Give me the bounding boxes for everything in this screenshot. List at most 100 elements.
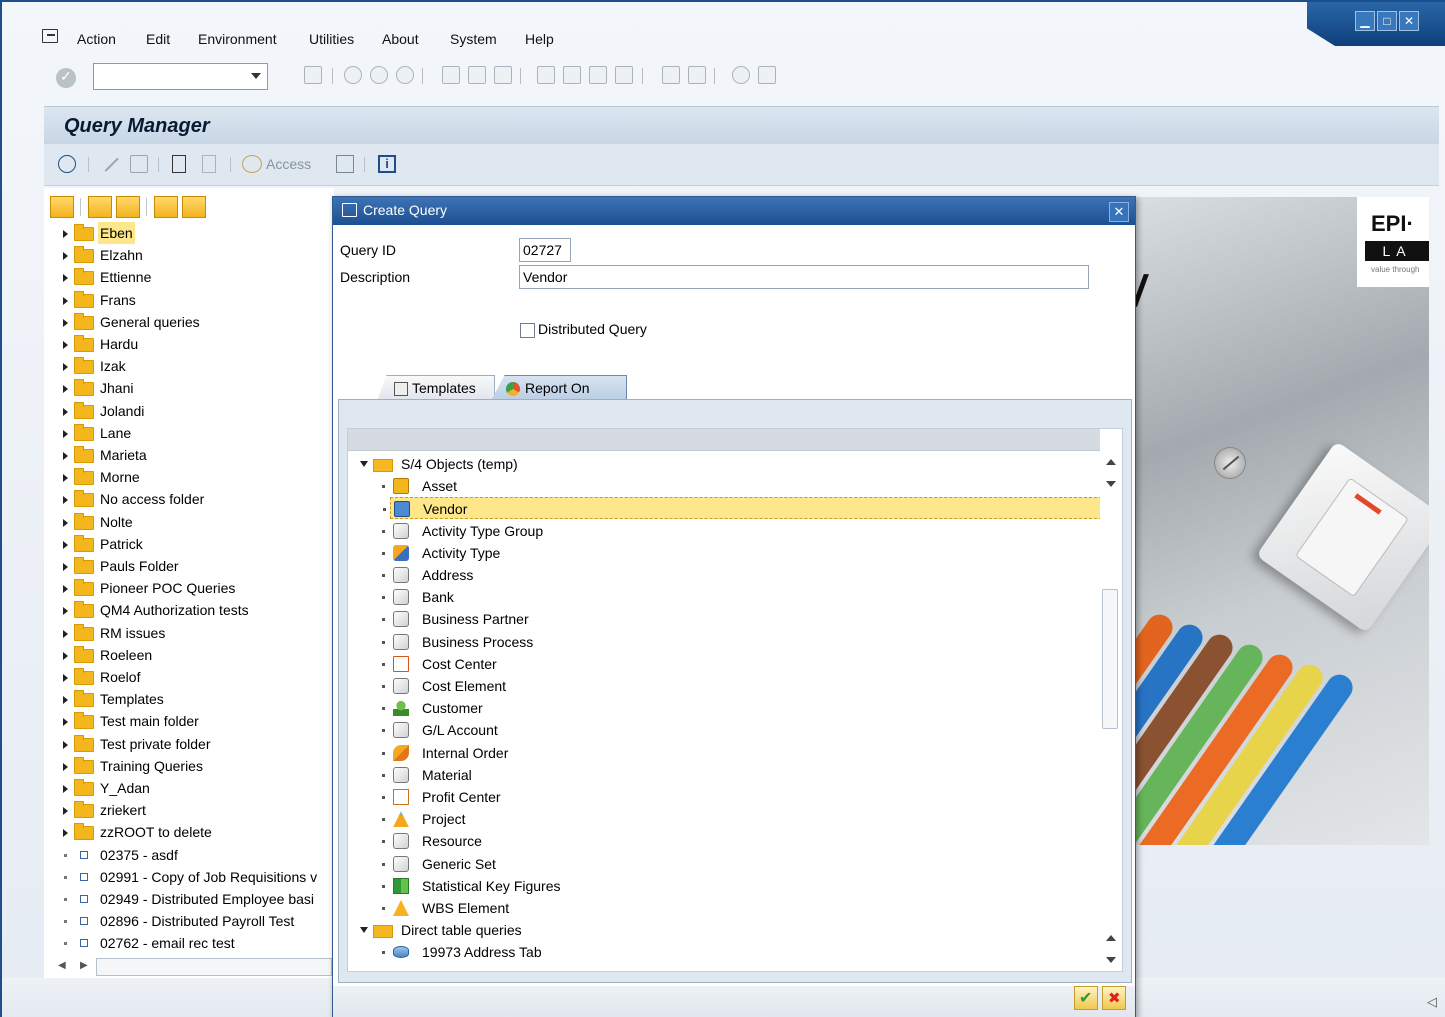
tree-query[interactable]: 02375 - asdf (44, 844, 344, 866)
tree-folder[interactable]: Lane (44, 422, 344, 444)
expand-arrow-icon[interactable] (63, 318, 68, 327)
collapse-all-icon[interactable] (182, 196, 206, 218)
tree-object[interactable]: Bank (348, 586, 1100, 608)
scroll-right-icon[interactable]: ▶ (80, 960, 88, 971)
tab-templates[interactable]: Templates (377, 375, 495, 401)
refresh-icon[interactable] (58, 155, 76, 173)
expand-arrow-icon[interactable] (63, 563, 68, 571)
maximize-icon[interactable]: □ (1377, 11, 1397, 31)
menu-icon[interactable] (42, 29, 58, 43)
find-icon[interactable] (468, 66, 486, 84)
tree-folder[interactable]: Izak (44, 355, 344, 377)
tree-folder[interactable]: General queries (44, 311, 344, 333)
cancel-button[interactable] (1102, 986, 1126, 1010)
tree-object[interactable]: Project (348, 808, 1100, 830)
scrollbar-track[interactable] (96, 958, 332, 976)
scroll-up-icon[interactable] (1106, 935, 1116, 941)
menu-about[interactable]: About (382, 31, 419, 47)
tree-object[interactable]: Material (348, 764, 1100, 786)
access-button[interactable]: Access (266, 156, 311, 172)
scrollbar-thumb[interactable] (1102, 589, 1118, 729)
expand-arrow-icon[interactable] (63, 674, 68, 682)
expand-arrow-icon[interactable] (63, 629, 68, 638)
chevron-down-icon[interactable] (251, 73, 261, 79)
tree-object[interactable]: 19973 Address Tab (348, 941, 1100, 963)
tree-object[interactable]: Business Process (348, 631, 1100, 653)
expand-arrow-icon[interactable] (63, 429, 68, 438)
expand-arrow-icon[interactable] (63, 230, 68, 238)
tree-folder[interactable]: Y_Adan (44, 777, 344, 799)
tree-folder-s4-objects[interactable]: S/4 Objects (temp) (348, 453, 1100, 475)
menu-utilities[interactable]: Utilities (309, 31, 354, 47)
tree-folder[interactable]: RM issues (44, 622, 344, 644)
distributed-query-checkbox[interactable] (520, 323, 535, 338)
tree-folder[interactable]: Roelof (44, 666, 344, 688)
delete-icon[interactable] (130, 155, 148, 173)
expand-arrow-icon[interactable] (63, 607, 68, 616)
horizontal-scrollbar[interactable]: ◀ ▶ (44, 956, 334, 978)
scroll-up-icon[interactable] (1106, 459, 1116, 465)
tree-folder[interactable]: Jolandi (44, 400, 344, 422)
find-icon[interactable] (88, 196, 112, 218)
tree-object[interactable]: Resource (348, 830, 1100, 852)
command-field[interactable] (93, 63, 268, 90)
continue-button[interactable] (1074, 986, 1098, 1010)
tree-folder[interactable]: Ettienne (44, 266, 344, 288)
tree-folder[interactable]: Templates (44, 688, 344, 710)
tree-object[interactable]: Cost Element (348, 675, 1100, 697)
collapse-arrow-icon[interactable] (360, 927, 368, 934)
menu-environment[interactable]: Environment (198, 31, 277, 47)
expand-arrow-icon[interactable] (63, 274, 68, 283)
back-icon[interactable] (344, 66, 362, 84)
tree-folder[interactable]: Frans (44, 289, 344, 311)
menu-system[interactable]: System (450, 31, 497, 47)
expand-arrow-icon[interactable] (63, 807, 68, 816)
tree-folder[interactable]: Eben (44, 222, 344, 244)
tree-folder[interactable]: Patrick (44, 533, 344, 555)
tree-object[interactable]: Generic Set (348, 853, 1100, 875)
tree-query[interactable]: 02762 - email rec test (44, 932, 344, 954)
help-icon[interactable] (732, 66, 750, 84)
expand-all-icon[interactable] (154, 196, 178, 218)
tree-folder[interactable]: Training Queries (44, 755, 344, 777)
tree-object[interactable]: WBS Element (348, 897, 1100, 919)
enter-icon[interactable] (56, 68, 76, 88)
tree-object[interactable]: Cost Center (348, 653, 1100, 675)
find-next-icon[interactable] (116, 196, 140, 218)
status-arrow-icon[interactable]: ◁ (1427, 994, 1437, 1010)
menu-action[interactable]: Action (77, 31, 116, 47)
menu-help[interactable]: Help (525, 31, 554, 47)
expand-arrow-icon[interactable] (63, 718, 68, 727)
tree-query[interactable]: 02896 - Distributed Payroll Test (44, 910, 344, 932)
tree-object[interactable]: G/L Account (348, 719, 1100, 741)
expand-arrow-icon[interactable] (63, 496, 68, 505)
tree-object[interactable]: Vendor (383, 497, 1102, 520)
tree-query[interactable]: 02949 - Distributed Employee basi (44, 888, 344, 910)
tree-folder[interactable]: zriekert (44, 799, 344, 821)
tree-object[interactable]: Activity Type Group (348, 520, 1100, 542)
query-id-field[interactable]: 02727 (519, 238, 571, 262)
expand-arrow-icon[interactable] (63, 518, 68, 527)
scroll-down-icon[interactable] (1106, 957, 1116, 963)
next-page-icon[interactable] (589, 66, 607, 84)
tree-folder[interactable]: Test main folder (44, 710, 344, 732)
previous-page-icon[interactable] (563, 66, 581, 84)
expand-arrow-icon[interactable] (63, 696, 68, 705)
tree-folder[interactable]: Test private folder (44, 733, 344, 755)
last-page-icon[interactable] (615, 66, 633, 84)
tree-object[interactable]: Asset (348, 475, 1100, 497)
expand-arrow-icon[interactable] (63, 540, 68, 549)
expand-arrow-icon[interactable] (63, 651, 68, 660)
tree-folder[interactable]: Morne (44, 466, 344, 488)
tree-folder[interactable]: Jhani (44, 377, 344, 399)
minimize-icon[interactable]: ▁ (1355, 11, 1375, 31)
close-icon[interactable]: ✕ (1399, 11, 1419, 31)
first-page-icon[interactable] (537, 66, 555, 84)
edit-icon[interactable] (103, 156, 119, 172)
tree-folder[interactable]: Hardu (44, 333, 344, 355)
expand-arrow-icon[interactable] (63, 385, 68, 394)
tree-object[interactable]: Address (348, 564, 1100, 586)
tree-query[interactable]: 02991 - Copy of Job Requisitions v (44, 866, 344, 888)
tree-object[interactable]: Customer (348, 697, 1100, 719)
tree-object[interactable]: Business Partner (348, 608, 1100, 630)
